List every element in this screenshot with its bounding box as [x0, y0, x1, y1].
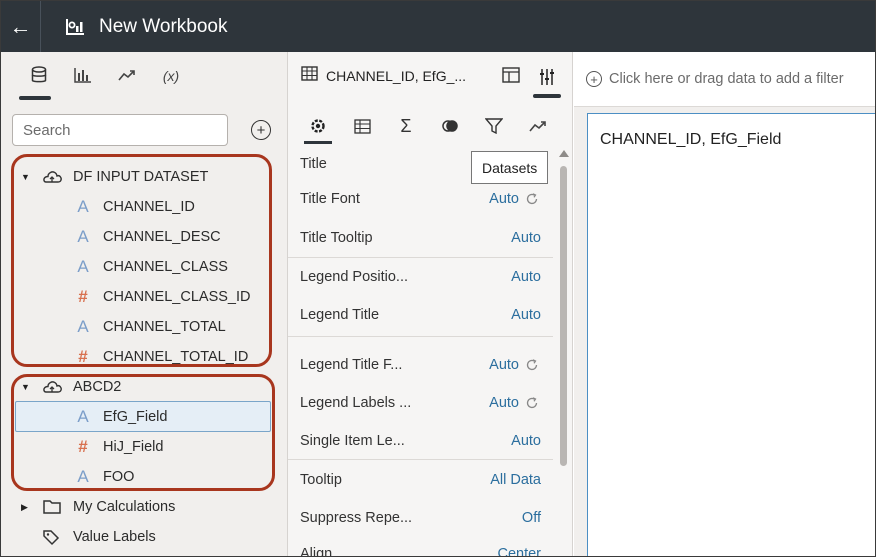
- property-value[interactable]: All Data: [490, 472, 541, 488]
- property-tabs: Σ: [288, 104, 573, 146]
- annotation-highlight-dataset-2: [11, 374, 275, 491]
- caret-right-icon[interactable]: ▶: [21, 502, 28, 513]
- table-icon: [301, 65, 318, 86]
- color-contrast-icon[interactable]: [438, 114, 462, 138]
- workbook-icon: [65, 17, 85, 37]
- viz-header: CHANNEL_ID, EfG_...: [288, 52, 573, 99]
- property-value[interactable]: Auto: [511, 269, 541, 285]
- workbook-title: New Workbook: [99, 15, 228, 37]
- properties-toggle-icon[interactable]: [531, 58, 563, 98]
- scrollbar-thumb[interactable]: [560, 166, 567, 466]
- table-format-icon[interactable]: [350, 114, 374, 138]
- property-label: Title Tooltip: [300, 230, 373, 246]
- divider: [288, 257, 553, 258]
- plus-icon: +: [256, 121, 266, 139]
- property-label: Align: [300, 546, 333, 557]
- visualizations-tab[interactable]: [61, 52, 105, 100]
- filter-placeholder[interactable]: Click here or drag data to add a filter: [609, 71, 844, 87]
- property-value[interactable]: Auto: [511, 307, 541, 323]
- calculation-label: (x): [162, 68, 180, 84]
- search-input[interactable]: [12, 114, 228, 146]
- property-label: Legend Title F...: [300, 357, 403, 373]
- annotation-highlight-dataset-1: [11, 154, 272, 367]
- gear-icon[interactable]: [304, 114, 332, 144]
- reset-icon[interactable]: [525, 358, 539, 372]
- reset-icon[interactable]: [525, 396, 539, 410]
- datasets-tooltip: Datasets: [471, 151, 549, 184]
- property-value[interactable]: Off: [522, 510, 541, 526]
- calculations-tab[interactable]: (x): [149, 52, 193, 100]
- bar-chart-icon: [74, 67, 92, 86]
- layout-icon[interactable]: [502, 67, 520, 88]
- properties-panel: CHANNEL_ID, EfG_... Σ Title Title Font A…: [288, 52, 573, 557]
- data-tab[interactable]: [17, 52, 61, 100]
- viz-name: CHANNEL_ID, EfG_...: [326, 67, 467, 84]
- value-labels-label: Value Labels: [73, 529, 156, 545]
- property-value[interactable]: Auto: [489, 191, 519, 207]
- filter-bar[interactable]: + Click here or drag data to add a filte…: [574, 52, 875, 107]
- back-arrow-icon[interactable]: ←: [1, 1, 41, 52]
- divider: [288, 459, 553, 460]
- sigma-icon[interactable]: Σ: [394, 114, 418, 138]
- database-icon: [31, 65, 47, 87]
- property-label: Legend Title: [300, 307, 380, 323]
- add-data-button[interactable]: +: [251, 120, 271, 140]
- visualization[interactable]: CHANNEL_ID, EfG_Field: [587, 113, 875, 556]
- properties-scrollbar[interactable]: [558, 150, 569, 556]
- property-value[interactable]: Auto: [489, 357, 519, 373]
- property-label: Suppress Repe...: [300, 510, 413, 526]
- property-label: Title Font: [300, 191, 360, 207]
- reset-icon[interactable]: [525, 192, 539, 206]
- property-value[interactable]: Auto: [511, 230, 541, 246]
- property-label: Title: [300, 156, 327, 172]
- app-window: ← New Workbook (x) Search + ▼ DF INPUT D…: [0, 0, 876, 557]
- property-value[interactable]: Auto: [511, 433, 541, 449]
- add-filter-icon[interactable]: +: [586, 71, 602, 87]
- property-value[interactable]: Center: [497, 546, 541, 556]
- property-label: Legend Labels ...: [300, 395, 412, 411]
- trend-icon[interactable]: [526, 114, 550, 138]
- property-value[interactable]: Auto: [489, 395, 519, 411]
- scroll-up-arrow-icon[interactable]: [559, 150, 569, 157]
- data-panel-tabs: (x): [1, 52, 287, 100]
- search-row: +: [12, 114, 271, 146]
- canvas-area: + Click here or drag data to add a filte…: [574, 52, 875, 556]
- property-label: Legend Positio...: [300, 269, 409, 285]
- analytics-tab[interactable]: [105, 52, 149, 100]
- property-label: Single Item Le...: [300, 433, 405, 449]
- tag-icon: [41, 528, 63, 546]
- my-calculations-label: My Calculations: [73, 499, 176, 515]
- filter-icon[interactable]: [482, 114, 506, 138]
- divider: [288, 336, 553, 337]
- folder-icon: [41, 498, 63, 516]
- trend-icon: [118, 68, 136, 85]
- property-label: Tooltip: [300, 472, 342, 488]
- data-panel: (x) + ▼ DF INPUT DATASET A CHANN: [1, 52, 288, 556]
- visualization-title: CHANNEL_ID, EfG_Field: [600, 131, 782, 148]
- header-bar: ← New Workbook: [1, 1, 875, 52]
